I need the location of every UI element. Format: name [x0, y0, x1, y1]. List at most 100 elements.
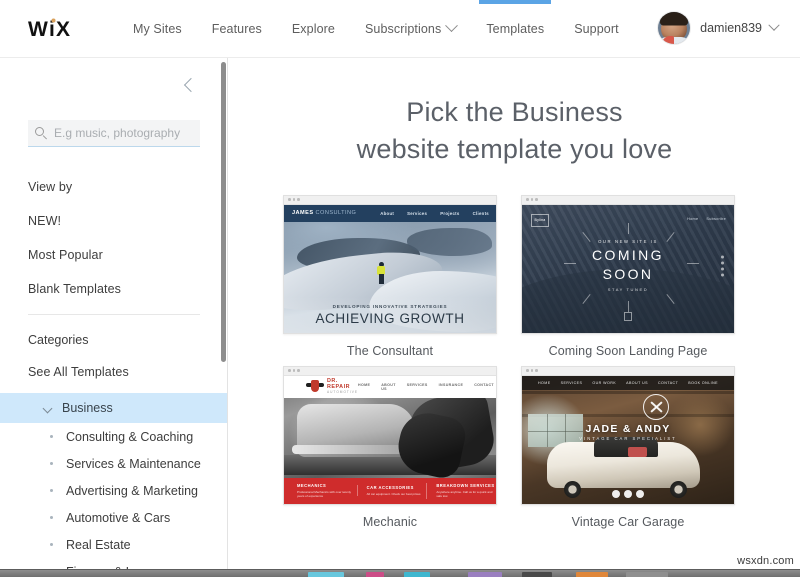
template-name: The Consultant	[346, 343, 434, 358]
collapse-sidebar-button[interactable]	[182, 76, 200, 94]
preview-figure-icon	[377, 262, 386, 285]
watermark-label: wsxdn.com	[737, 555, 794, 567]
nav-label: Templates	[486, 21, 545, 36]
nav-item-templates[interactable]: Templates	[471, 0, 559, 58]
preview-social-icons	[721, 255, 724, 277]
nav-item-explore[interactable]: Explore	[277, 0, 350, 58]
template-preview: DR. REPAIR AUTOMOTIVE HOME ABOUT US SERV…	[284, 375, 496, 504]
taskbar-item[interactable]	[522, 571, 552, 577]
nav-item-subscriptions[interactable]: Subscriptions	[350, 0, 471, 58]
os-taskbar[interactable]	[0, 569, 800, 577]
user-account-menu[interactable]: damien839	[658, 12, 780, 44]
chevron-left-icon	[183, 77, 199, 93]
preview-footer-column: MECHANICS Professional Mechanics with ov…	[297, 482, 352, 499]
preview-scroll-box	[624, 311, 632, 321]
bullet-icon	[50, 516, 53, 519]
chevron-down-icon	[768, 19, 780, 31]
preview-footer-column: BREAKDOWN SERVICES Anywhere anytime. Cal…	[426, 482, 496, 499]
chevron-down-icon	[42, 403, 53, 414]
template-thumbnail[interactable]: HOME SERVICES OUR WORK ABOUT US CONTACT …	[521, 365, 735, 505]
browser-chrome-bar	[284, 195, 496, 205]
preview-logo: Bylina	[531, 213, 549, 227]
wix-logo[interactable]: W i X	[28, 16, 90, 42]
preview-nav-item: INSURANCE	[438, 382, 464, 387]
preview-nav-item: Services	[407, 210, 428, 216]
search-input[interactable]	[54, 126, 209, 140]
sidebar-subcategory-automotive-cars[interactable]: Automotive & Cars	[0, 504, 228, 531]
preview-subtitle: VINTAGE CAR SPECIALIST	[579, 435, 677, 441]
template-thumbnail[interactable]: JAMES CONSULTING About Services Projects…	[283, 194, 497, 334]
template-preview: HOME SERVICES OUR WORK ABOUT US CONTACT …	[522, 375, 734, 504]
sidebar-scrollbar[interactable]	[221, 62, 226, 362]
preview-nav-item: ABOUT US	[626, 380, 648, 385]
bullet-icon	[50, 489, 53, 492]
template-name: Vintage Car Garage	[571, 514, 685, 529]
nav-item-features[interactable]: Features	[197, 0, 277, 58]
taskbar-item[interactable]	[366, 571, 384, 577]
nav-label: Features	[211, 21, 262, 36]
avatar	[658, 12, 691, 44]
sidebar-item-new[interactable]: NEW!	[28, 204, 200, 238]
template-card-vintage-car-garage[interactable]: HOME SERVICES OUR WORK ABOUT US CONTACT …	[521, 365, 735, 529]
sidebar-label-categories: Categories	[28, 333, 89, 347]
preview-brand: DR. REPAIR AUTOMOTIVE	[327, 377, 359, 394]
preview-nav: Home Subscribe	[687, 217, 726, 221]
template-thumbnail[interactable]: DR. REPAIR AUTOMOTIVE HOME ABOUT US SERV…	[283, 365, 497, 505]
preview-nav-item: CONTACT	[658, 380, 679, 385]
preview-headline: ACHIEVING GROWTH	[315, 310, 465, 326]
sidebar-subcategory-services-maintenance[interactable]: Services & Maintenance	[0, 450, 228, 477]
sidebar-subcategory-consulting-coaching[interactable]: Consulting & Coaching	[0, 423, 228, 450]
sidebar-item-see-all-templates[interactable]: See All Templates	[28, 355, 200, 389]
template-grid: JAMES CONSULTING About Services Projects…	[229, 194, 800, 537]
nav-label: Explore	[291, 21, 335, 36]
taskbar-item[interactable]	[468, 571, 502, 577]
nav-item-my-sites[interactable]: My Sites	[118, 0, 197, 58]
taskbar-item[interactable]	[576, 571, 608, 577]
template-thumbnail[interactable]: Bylina Home Subscribe OUR NEW SITE IS CO…	[521, 194, 735, 334]
search-icon	[35, 126, 48, 140]
template-card-coming-soon-landing-page[interactable]: Bylina Home Subscribe OUR NEW SITE IS CO…	[521, 194, 735, 358]
preview-footer-bar: MECHANICS Professional Mechanics with ov…	[284, 477, 496, 504]
page-title-line-2: website template you love	[356, 134, 673, 165]
sidebar-subcategory-label: Automotive & Cars	[66, 510, 171, 525]
sidebar-subcategory-label: Services & Maintenance	[66, 456, 201, 471]
preview-footer-column: CAR ACCESSORIES All car equipment. Check…	[356, 484, 427, 497]
sidebar-category-business[interactable]: Business	[0, 393, 228, 423]
template-card-mechanic[interactable]: DR. REPAIR AUTOMOTIVE HOME ABOUT US SERV…	[283, 365, 497, 529]
preview-nav-item: ABOUT US	[381, 382, 396, 391]
template-name: Mechanic	[362, 514, 418, 529]
username-label: damien839	[700, 21, 762, 35]
sidebar-item-blank-templates[interactable]: Blank Templates	[28, 272, 200, 306]
page-title: Pick the Business website template you l…	[229, 58, 800, 169]
bullet-icon	[50, 543, 53, 546]
taskbar-item[interactable]	[404, 571, 430, 577]
browser-chrome-bar	[284, 366, 496, 376]
template-preview: JAMES CONSULTING About Services Projects…	[284, 204, 496, 333]
preview-nav-item: HOME	[358, 382, 371, 387]
template-card-the-consultant[interactable]: JAMES CONSULTING About Services Projects…	[283, 194, 497, 358]
preview-nav-item: OUR WORK	[592, 380, 617, 385]
app-root: W i X My Sites Features Explore Subscrip…	[0, 0, 800, 577]
sidebar-subcategory-label: Advertising & Marketing	[66, 483, 199, 498]
nav-item-support[interactable]: Support	[559, 0, 633, 58]
sidebar-category-label: Business	[62, 401, 113, 415]
template-preview: Bylina Home Subscribe OUR NEW SITE IS CO…	[522, 204, 734, 333]
template-name: Coming Soon Landing Page	[548, 343, 708, 358]
search-box[interactable]	[28, 120, 209, 147]
top-navigation-bar: W i X My Sites Features Explore Subscrip…	[0, 0, 800, 58]
taskbar-item[interactable]	[308, 571, 344, 577]
sidebar-subcategory-real-estate[interactable]: Real Estate	[0, 531, 228, 558]
preview-brand: JAMES CONSULTING	[292, 210, 357, 216]
svg-text:X: X	[56, 18, 70, 41]
taskbar-item[interactable]	[626, 571, 668, 577]
preview-nav-item: Projects	[440, 210, 460, 216]
sidebar-item-most-popular[interactable]: Most Popular	[28, 238, 200, 272]
sidebar-category-tree: Business Consulting & Coaching Services …	[0, 393, 228, 577]
sidebar-subcategory-label: Real Estate	[66, 537, 131, 552]
preview-nav-item: HOME	[538, 380, 551, 385]
preview-nav-item: Subscribe	[706, 216, 726, 221]
preview-headline-b: SOON	[602, 265, 654, 282]
sidebar-subcategory-advertising-marketing[interactable]: Advertising & Marketing	[0, 477, 228, 504]
sidebar: View by NEW! Most Popular Blank Template…	[0, 58, 228, 577]
page-title-line-1: Pick the Business	[406, 97, 623, 127]
